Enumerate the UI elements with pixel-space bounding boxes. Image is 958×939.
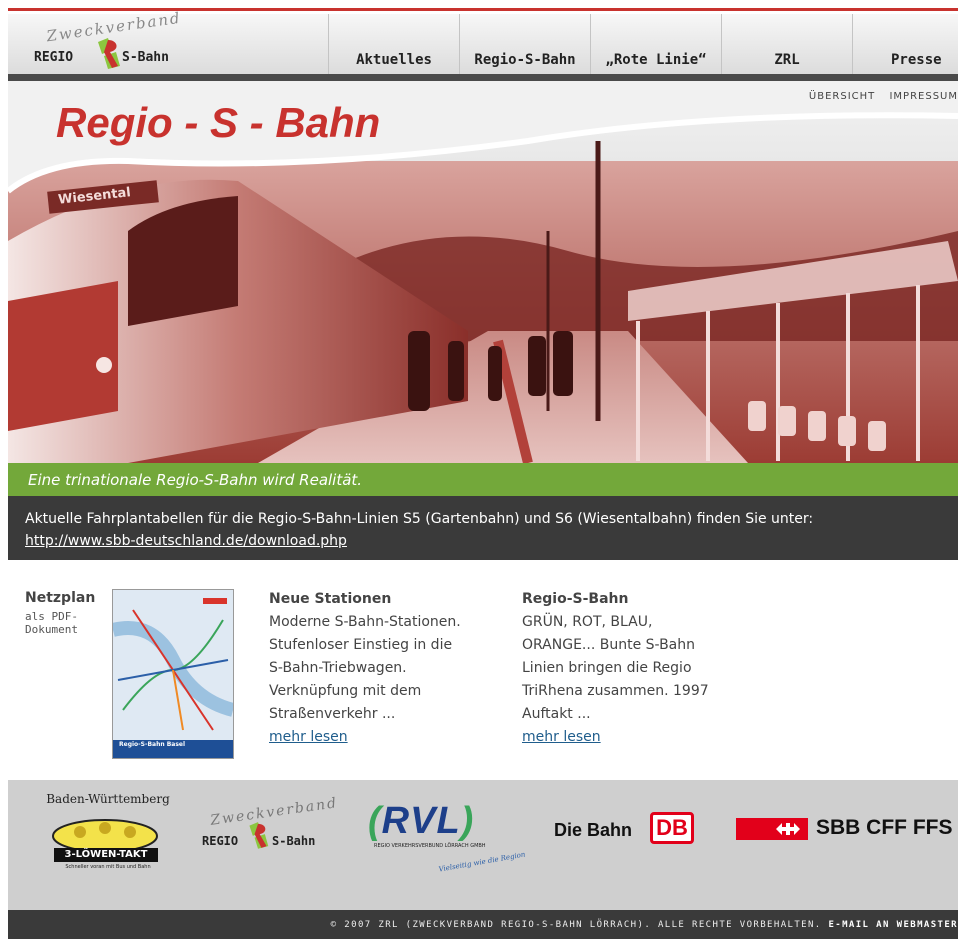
teaser-line: Moderne S-Bahn-Stationen. [269,614,461,630]
db-logo-box: DB [650,812,694,844]
footer: © 2007 ZRL (ZWECKVERBAND REGIO-S-BAHN LÖ… [8,910,958,939]
header-divider [8,74,958,81]
nav-zrl[interactable]: ZRL [721,14,852,74]
nav-rote-linie[interactable]: „Rote Linie“ [590,14,721,74]
partner-db-logo[interactable]: Die Bahn DB [554,810,704,850]
logo-sbahn: S-Bahn [122,50,169,65]
rvl-slogan: Vielseitig wie die Region [438,850,526,874]
teaser-line: GRÜN, ROT, BLAU, [522,614,653,630]
hero-banner: Wiesental Regio - S - Bahn ÜBERSICHT IMP… [8,81,958,463]
rvl-sub: REGIO VERKEHRSVERBUND LÖRRACH GMBH [374,843,486,849]
teaser-line: S-Bahn-Triebwagen. [269,660,407,676]
bw-title: Baden-Württemberg [46,792,170,806]
nav-presse[interactable]: Presse [852,14,958,74]
partner-rvl-logo[interactable]: (RVL) REGIO VERKEHRSVERBUND LÖRRACH GMBH… [368,800,538,890]
footer-copyright: © 2007 ZRL (ZWECKVERBAND REGIO-S-BAHN LÖ… [330,920,822,930]
top-accent-line [8,8,958,11]
logo-r-mark-icon [98,38,120,69]
netzplan-map-caption: Regio-S-Bahn Basel [119,741,186,748]
zrl-regio: REGIO [202,834,239,848]
rvl-title: (RVL) [368,800,475,842]
site-logo[interactable]: Zweckverband REGIO S-Bahn [8,9,328,74]
teaser-line: ORANGE... Bunte S-Bahn [522,637,695,653]
partner-logos: Baden-Württemberg 3-LÖWEN-TAKT Schneller… [8,780,958,910]
hero-title: Regio - S - Bahn [56,99,381,146]
netzplan-title: Netzplan [25,590,96,606]
zrl-top: Zweckverband [209,795,339,829]
lion-emblem-icon [52,819,158,852]
read-more-link[interactable]: mehr lesen [522,729,601,745]
teaser-line: Stufenloser Einstieg in die [269,637,453,653]
main-nav: Aktuelles Regio-S-Bahn „Rote Linie“ ZRL … [328,14,958,74]
notice-box: Aktuelle Fahrplantabellen für die Regio-… [8,496,958,560]
utility-links: ÜBERSICHT IMPRESSUM [799,91,958,102]
logo-regio: REGIO [34,50,74,65]
teaser-line: Linien bringen die Regio [522,660,692,676]
read-more-link[interactable]: mehr lesen [269,729,348,745]
partner-sbb-logo[interactable]: SBB CFF FFS [736,816,958,846]
content-area: Netzplan als PDF-Dokument Regio-S-Bahn B… [8,560,958,780]
teaser-line: Verknüpfung mit dem [269,683,422,699]
tagline-bar: Eine trinationale Regio-S-Bahn wird Real… [8,463,958,496]
db-text: Die Bahn [554,820,633,840]
teaser-neue-stationen: Neue Stationen Moderne S-Bahn-Stationen.… [269,588,499,749]
netzplan-subtitle: als PDF-Dokument [25,610,78,636]
netzplan-thumbnail[interactable]: Regio-S-Bahn Basel [112,589,234,759]
bw-sub: Schneller voran mit Bus und Bahn [65,864,151,870]
nav-aktuelles[interactable]: Aktuelles [328,14,459,74]
zrl-sbahn: S-Bahn [272,834,316,848]
partner-zrl-logo[interactable]: Zweckverband REGIO S-Bahn [198,795,339,862]
zrl-r-mark-icon [249,822,269,849]
nav-regio-s-bahn[interactable]: Regio-S-Bahn [459,14,590,74]
teaser-line: Auftakt ... [522,706,591,722]
footer-email-link[interactable]: E-MAIL AN WEBMASTER [828,920,958,930]
util-link-impressum[interactable]: IMPRESSUM [889,91,958,102]
teaser-line: Straßenverkehr ... [269,706,396,722]
rvl-letters: RVL [381,800,461,842]
notice-text: Aktuelle Fahrplantabellen für die Regio-… [25,511,814,527]
notice-download-link[interactable]: http://www.sbb-deutschland.de/download.p… [25,533,347,549]
header: Zweckverband REGIO S-Bahn Aktuelles Regi… [8,9,958,74]
teaser-line: TriRhena zusammen. 1997 [522,683,709,699]
teaser-title: Regio-S-Bahn [522,591,629,607]
network-map-icon [113,590,233,758]
sbb-arrows-icon [776,823,800,835]
teaser-regio-s-bahn: Regio-S-Bahn GRÜN, ROT, BLAU, ORANGE... … [522,588,752,749]
teaser-title: Neue Stationen [269,591,392,607]
sbb-text: SBB CFF FFS [816,816,953,839]
util-link-uebersicht[interactable]: ÜBERSICHT [809,91,875,102]
bw-badge: 3-LÖWEN-TAKT [54,848,158,862]
partner-bw-logo[interactable]: Baden-Württemberg 3-LÖWEN-TAKT Schneller… [38,792,178,882]
